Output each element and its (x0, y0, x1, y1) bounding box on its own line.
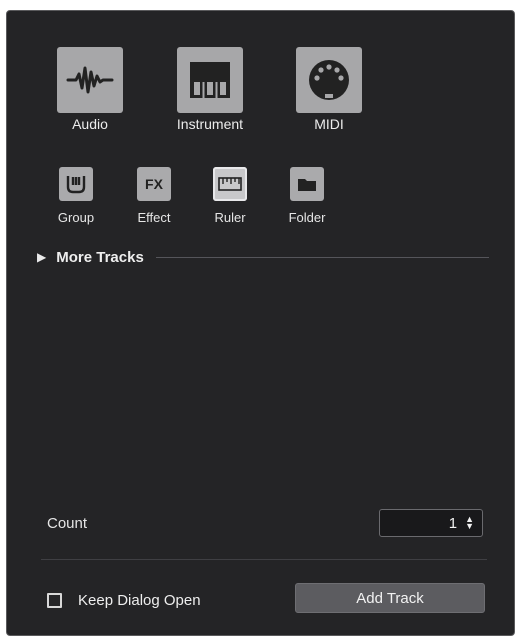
group-track-tile[interactable] (59, 167, 93, 201)
count-label: Count (47, 515, 88, 532)
keep-dialog-open-label: Keep Dialog Open (78, 591, 201, 609)
add-track-button[interactable]: Add Track (295, 583, 485, 613)
folder-track-label: Folder (288, 210, 326, 225)
midi-track-tile[interactable] (296, 47, 362, 113)
keep-dialog-open-checkbox[interactable] (47, 592, 62, 608)
folder-track-tile[interactable] (290, 167, 324, 201)
add-track-dialog: Audio Instrument MIDI Group FX Effect Ru… (6, 10, 515, 636)
midi-track-label: MIDI (314, 116, 344, 132)
ruler-track-tile[interactable] (213, 167, 247, 201)
group-channel-icon (66, 176, 86, 194)
ruler-track-label: Ruler (214, 210, 246, 225)
divider-line (155, 256, 489, 258)
instrument-track-tile[interactable] (177, 47, 243, 113)
footer-divider (41, 559, 487, 560)
audio-track-label: Audio (72, 116, 108, 132)
decrement-arrow-icon[interactable]: ▼ (465, 522, 474, 531)
ruler-icon (218, 177, 242, 191)
keep-dialog-open-option[interactable]: Keep Dialog Open (47, 589, 201, 611)
folder-icon (298, 179, 316, 191)
instrument-track-label: Instrument (176, 116, 244, 132)
expand-triangle-icon: ▶ (37, 250, 47, 264)
effect-track-label: Effect (137, 210, 171, 225)
count-stepper[interactable]: 1 ▲ ▼ (379, 509, 483, 537)
audio-waveform-icon (66, 66, 114, 94)
more-tracks-label: More Tracks (56, 248, 144, 266)
effect-track-tile[interactable]: FX (137, 167, 171, 201)
count-value[interactable]: 1 (449, 515, 457, 532)
piano-keys-icon (190, 62, 230, 98)
fx-icon: FX (145, 176, 163, 192)
group-track-label: Group (57, 210, 95, 225)
audio-track-tile[interactable] (57, 47, 123, 113)
midi-connector-icon (309, 60, 349, 100)
count-spin-buttons[interactable]: ▲ ▼ (465, 515, 474, 531)
more-tracks-expander[interactable]: ▶ More Tracks (37, 247, 489, 267)
